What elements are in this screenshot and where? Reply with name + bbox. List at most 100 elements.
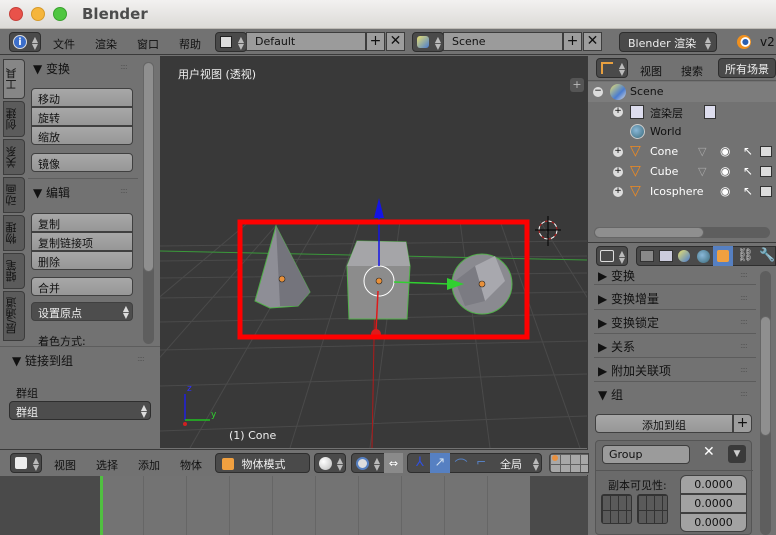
render-tab-icon[interactable] <box>640 250 654 262</box>
constraints-tab-icon[interactable]: ⛓ <box>737 248 754 263</box>
remove-scene-button[interactable]: ✕ <box>583 32 602 51</box>
maximize-window-button[interactable] <box>53 7 67 21</box>
drag-grip-icon[interactable]: :::: <box>120 186 128 195</box>
scale-button[interactable]: 缩放 <box>31 126 133 145</box>
tab-physics[interactable]: 物理 <box>3 215 25 251</box>
world-tab-icon[interactable] <box>697 250 710 263</box>
properties-scrollbar[interactable] <box>760 271 771 535</box>
mirror-button[interactable]: 镜像 <box>31 153 133 172</box>
dupli-offset-y-field[interactable]: 0.0000 <box>680 494 747 513</box>
tree-label[interactable]: Cone <box>650 145 678 158</box>
set-origin-dropdown[interactable]: 设置原点 ▲ ▼ <box>31 302 133 321</box>
renderability-camera-icon[interactable] <box>760 186 772 197</box>
tab-grease-pencil[interactable]: 蜡笔 <box>3 253 25 289</box>
join-button[interactable]: 合并 <box>31 277 133 296</box>
outliner-editor-type-selector[interactable]: ▲ ▼ <box>596 58 628 78</box>
visibility-eye-icon[interactable]: ◉ <box>720 144 730 158</box>
close-window-button[interactable] <box>9 7 23 21</box>
layer-buttons[interactable] <box>549 453 589 473</box>
3d-menu-object[interactable]: 物体 <box>180 457 202 473</box>
manipulator-toggle-icon[interactable]: ⅄ <box>411 455 429 471</box>
panel-transform-header[interactable]: ▼ 变换 <box>33 60 70 77</box>
outliner-menu-view[interactable]: 视图 <box>640 63 662 79</box>
panel-link-group-header[interactable]: ▼ 链接到组 <box>12 352 73 369</box>
group-specials-dropdown[interactable]: ▼ <box>728 445 746 463</box>
current-frame-indicator[interactable] <box>100 476 103 535</box>
modifiers-tab-icon[interactable]: 🔧 <box>759 248 775 263</box>
tree-label[interactable]: Icosphere <box>650 185 704 198</box>
tab-animation[interactable]: 动画 <box>3 177 25 213</box>
outliner-scrollbar[interactable] <box>594 227 770 238</box>
tab-layers[interactable]: 层/通道 <box>3 291 25 341</box>
tree-label[interactable]: World <box>650 125 682 138</box>
collapse-icon[interactable]: − <box>593 87 603 97</box>
visibility-eye-icon[interactable]: ◉ <box>720 184 730 198</box>
selectability-cursor-icon[interactable]: ↖ <box>743 164 753 178</box>
dupli-offset-z-field[interactable]: 0.0000 <box>680 513 747 532</box>
3d-menu-select[interactable]: 选择 <box>96 457 118 473</box>
panel-groups[interactable]: ▼ 组:::: <box>594 382 756 406</box>
scene-tab-icon[interactable] <box>678 250 690 262</box>
scale-manipulator-icon[interactable]: ⌐ <box>472 455 490 471</box>
minimize-window-button[interactable] <box>31 7 45 21</box>
panel-relations-extras[interactable]: ▶ 附加关联项:::: <box>594 358 756 382</box>
panel-transform[interactable]: ▶ 变换:::: <box>594 267 756 285</box>
menu-window[interactable]: 窗口 <box>137 36 159 52</box>
drag-grip-icon[interactable]: :::: <box>740 270 748 279</box>
rotate-button[interactable]: 旋转 <box>31 107 133 126</box>
layer-grid-1[interactable] <box>601 494 632 524</box>
menu-render[interactable]: 渲染 <box>95 36 117 52</box>
remove-layout-button[interactable]: ✕ <box>386 32 405 51</box>
timeline[interactable] <box>0 476 588 535</box>
manipulate-centers-icon[interactable]: ⇔ <box>384 453 403 473</box>
drag-grip-icon[interactable]: :::: <box>740 389 748 398</box>
editor-type-selector[interactable]: i ▲ ▼ <box>9 32 41 52</box>
outliner-menu-search[interactable]: 搜索 <box>681 63 703 79</box>
render-layers-tab-icon[interactable] <box>659 250 673 262</box>
render-engine-selector[interactable]: Blender 渲染 ▲ ▼ <box>619 32 717 52</box>
interaction-mode-selector[interactable]: 物体模式 <box>215 453 310 473</box>
tab-relations[interactable]: 关系 <box>3 139 25 175</box>
dupli-offset-x-field[interactable]: 0.0000 <box>680 475 747 494</box>
tree-row-cone[interactable]: + ▽ Cone ▽ ◉ ↖ <box>588 142 776 162</box>
tree-row-scene[interactable]: − Scene <box>588 82 776 102</box>
delete-button[interactable]: 删除 <box>31 251 133 270</box>
tree-row-render-layer[interactable]: + 渲染层 <box>588 102 776 122</box>
expand-icon[interactable]: + <box>613 187 623 197</box>
properties-toggle-button[interactable]: + <box>570 78 584 92</box>
selectability-cursor-icon[interactable]: ↖ <box>743 144 753 158</box>
scrollbar-thumb[interactable] <box>143 62 154 272</box>
rotate-manipulator-icon[interactable]: ⌒ <box>452 455 470 474</box>
viewport-shading-selector[interactable]: ▲ ▼ <box>314 453 346 473</box>
transform-orientation-label[interactable]: 全局 <box>500 456 522 472</box>
group-dropdown[interactable]: 群组 ▲ ▼ <box>9 401 151 420</box>
panel-transform-locks[interactable]: ▶ 变换锁定:::: <box>594 310 756 334</box>
duplicate-button[interactable]: 复制 <box>31 213 133 232</box>
drag-grip-icon[interactable]: :::: <box>740 293 748 302</box>
scrollbar-thumb[interactable] <box>594 227 704 238</box>
3d-editor-type-selector[interactable]: ▲ ▼ <box>10 453 42 473</box>
tree-row-world[interactable]: World <box>588 122 776 142</box>
layer-grid-2[interactable] <box>637 494 668 524</box>
object-tab-icon[interactable] <box>713 246 733 266</box>
menu-help[interactable]: 帮助 <box>179 36 201 52</box>
scene-name-field[interactable]: Scene <box>443 32 563 51</box>
translate-manipulator-icon[interactable]: ↗ <box>430 453 450 473</box>
menu-file[interactable]: 文件 <box>53 36 75 52</box>
properties-editor-type-selector[interactable]: ▲ ▼ <box>596 246 628 266</box>
group-name-field[interactable]: Group <box>602 445 690 464</box>
drag-grip-icon[interactable]: :::: <box>137 354 145 363</box>
expand-icon[interactable]: + <box>613 107 623 117</box>
3d-menu-view[interactable]: 视图 <box>54 457 76 473</box>
add-to-group-button[interactable]: 添加到组 <box>595 414 733 433</box>
add-layout-button[interactable]: + <box>366 32 385 51</box>
pivot-point-selector[interactable]: ▲ ▼ ⇔ <box>351 453 403 473</box>
scene-selector[interactable]: ▲ ▼ <box>412 32 444 52</box>
tree-row-cube[interactable]: + ▽ Cube ▽ ◉ ↖ <box>588 162 776 182</box>
layout-selector[interactable]: ▲ ▼ <box>215 32 247 52</box>
tree-label[interactable]: 渲染层 <box>650 105 683 121</box>
tree-label[interactable]: Scene <box>630 85 664 98</box>
tab-tools[interactable]: 工具 <box>3 59 25 99</box>
panel-relations[interactable]: ▶ 关系:::: <box>594 334 756 358</box>
tab-create[interactable]: 创建 <box>3 101 25 137</box>
